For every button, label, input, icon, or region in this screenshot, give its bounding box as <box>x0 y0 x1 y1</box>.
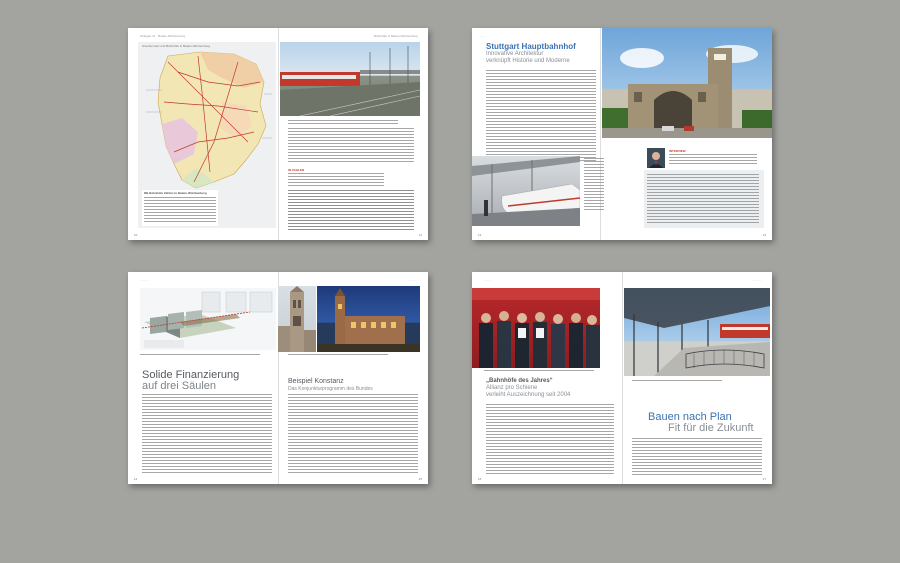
photo-award-group <box>472 288 600 368</box>
brochure-spread-award: ······· ········· „Bahnhöfe des Jahres“ … <box>472 272 772 484</box>
spread-gutter <box>622 272 623 484</box>
quote-line-1: „Bahnhöfe des Jahres“ <box>486 378 553 384</box>
diagram-graphic <box>141 291 273 348</box>
photo-caption <box>288 120 398 124</box>
section-label: IN ZAHLEN <box>288 168 304 172</box>
page-number-left: 14 <box>134 477 138 481</box>
running-header-right: Bahnhöfe in Baden-Württemberg <box>374 34 418 38</box>
photo-caption <box>584 158 604 212</box>
page-number-left: 16 <box>478 477 482 481</box>
photo-stuttgart-station <box>602 28 772 138</box>
page-number-right: 15 <box>418 477 422 481</box>
body-text-2 <box>632 438 762 476</box>
interview-text <box>647 174 759 224</box>
brochure-spread-stuttgart: ····· Stuttgart Hauptbahnhof Innovative … <box>472 28 772 240</box>
page-number-left: 12 <box>478 233 482 237</box>
interview-intro <box>669 154 757 166</box>
photo-regional-train <box>280 42 420 116</box>
brochure-spread-map: Stuttgart 21 · Baden-Württemberg Bahnhöf… <box>128 28 428 240</box>
stats-table: DB Bahnhöfe Zahlen in Baden-Württemberg <box>142 190 218 226</box>
body-text-2 <box>288 394 418 474</box>
photo-caption <box>484 370 594 373</box>
body-text <box>486 404 614 474</box>
station-illustration <box>602 45 772 138</box>
page-number-left: 10 <box>134 233 138 237</box>
article-title-2: Fit für die Zukunft <box>668 422 754 434</box>
running-header-left: Stuttgart 21 · Baden-Württemberg <box>140 34 186 38</box>
right-subtitle: Das Konjunkturprogramm des Bundes <box>288 386 373 392</box>
quote-line-2: Allianz pro Schiene <box>486 385 538 391</box>
train-illustration <box>280 46 420 116</box>
body-text <box>288 128 414 164</box>
photo-ice-platform <box>472 156 580 226</box>
photo-caption <box>140 354 260 357</box>
interview-box <box>644 170 764 228</box>
quote-line-3: verleiht Auszeichnung seit 2004 <box>486 392 571 398</box>
section-label: INTERVIEW <box>669 149 686 153</box>
running-header-right: ········· <box>753 278 762 282</box>
cathedral-illustration <box>278 286 316 352</box>
article-subtitle-2: verknüpft Historie und Moderne <box>486 58 570 64</box>
photo-caption-2 <box>288 354 388 357</box>
group-illustration <box>472 288 600 368</box>
portrait-illustration <box>649 152 663 168</box>
photo-platform-canopy <box>624 288 770 376</box>
page-number-right: 11 <box>418 233 422 237</box>
article-subtitle-1: Innovative Architektur <box>486 51 544 57</box>
photo-interview-portrait <box>647 148 665 168</box>
article-title-2: auf drei Säulen <box>142 380 216 392</box>
stats-table-rows <box>144 197 216 224</box>
running-header-left: ········· <box>140 278 149 282</box>
railway-map: Streckennetz und Bahnhöfe in Baden-Württ… <box>138 42 276 228</box>
body-text <box>486 70 596 162</box>
photo-caption-2 <box>632 380 722 383</box>
intro-text <box>288 173 384 187</box>
page-background: { "spreads": [ { "id": "map-spread", "he… <box>0 0 900 563</box>
financing-diagram <box>140 288 276 350</box>
photo-konstanz-station <box>317 286 420 352</box>
body-text-2 <box>288 190 414 230</box>
stats-table-title: DB Bahnhöfe Zahlen in Baden-Württemberg <box>144 191 207 195</box>
page-number-right: 17 <box>762 477 766 481</box>
konstanz-illustration <box>317 288 420 352</box>
running-header-left: ······· <box>484 278 491 282</box>
brochure-spread-finance: ········· ········· Solide Finanzierung … <box>128 272 428 484</box>
running-header-right: ········· <box>409 278 418 282</box>
article-title: Stuttgart Hauptbahnhof <box>486 42 576 51</box>
spread-gutter <box>278 28 279 240</box>
body-text <box>142 394 272 474</box>
right-title: Beispiel Konstanz <box>288 378 344 385</box>
page-number-right: 13 <box>762 233 766 237</box>
photo-cathedral <box>278 286 316 352</box>
ice-illustration <box>472 156 580 226</box>
canopy-illustration <box>624 288 770 376</box>
running-header-left: ····· <box>480 34 485 38</box>
